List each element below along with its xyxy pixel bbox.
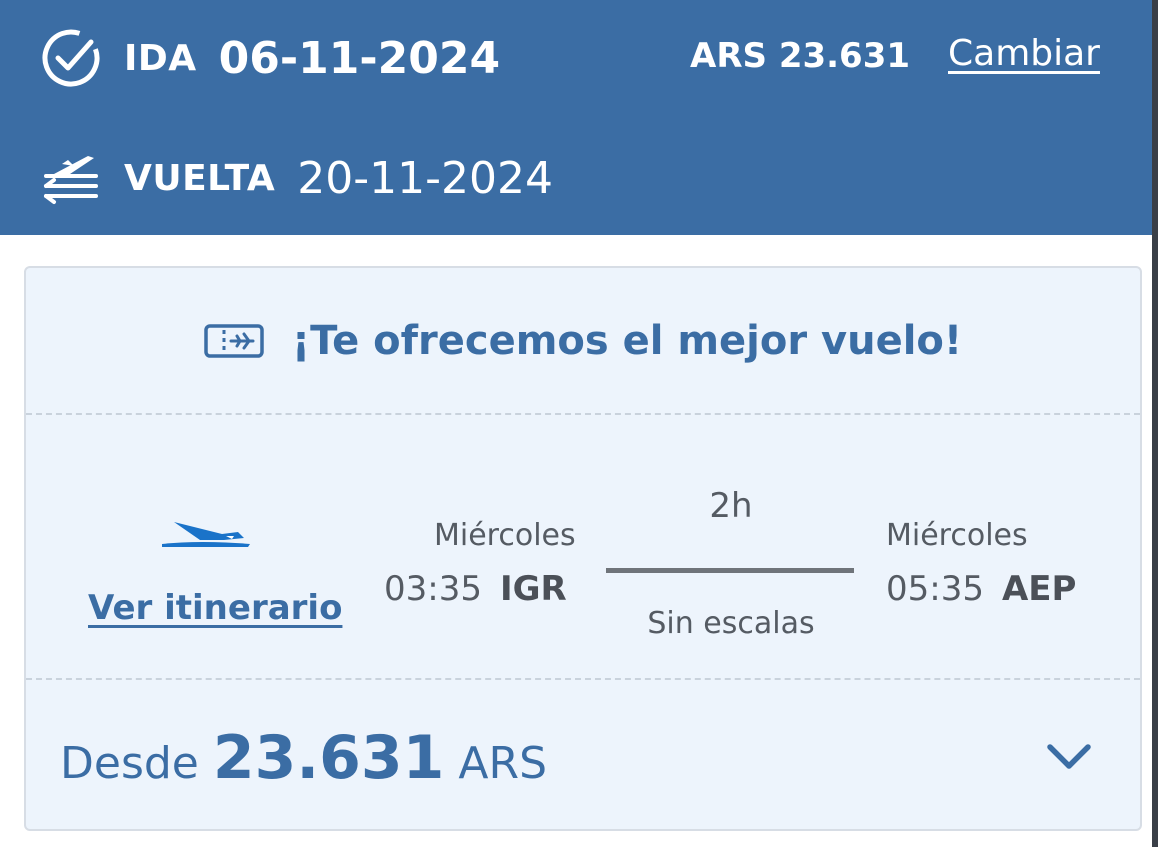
chevron-down-icon[interactable] <box>1046 742 1092 776</box>
view-itinerary-link[interactable]: Ver itinerario <box>88 588 342 628</box>
arrival-day: Miércoles <box>886 518 1028 553</box>
fare-price: Desde 23.631 ARS <box>60 723 547 793</box>
scrollbar[interactable] <box>1152 0 1170 847</box>
divider <box>26 678 1140 680</box>
stops-info: Sin escalas <box>647 606 815 641</box>
flight-card[interactable]: ¡Te ofrecemos el mejor vuelo! Ver itiner… <box>24 266 1142 831</box>
scrollbar-thumb[interactable] <box>1152 0 1158 847</box>
best-flight-banner: ¡Te ofrecemos el mejor vuelo! <box>26 268 1140 414</box>
fare-amount: 23.631 <box>212 723 445 793</box>
arrival-info: Miércoles 05:35 AEP <box>886 518 1076 609</box>
fare-prefix: Desde <box>60 738 199 789</box>
check-circle-icon <box>40 27 102 89</box>
departure-day: Miércoles <box>434 518 576 553</box>
ticket-icon <box>204 324 264 358</box>
departure-time: 03:35 <box>384 569 482 609</box>
trip-summary-header: IDA 06-11-2024 ARS 23.631 Cambiar VUELTA… <box>0 0 1152 235</box>
outbound-row: IDA 06-11-2024 <box>40 26 500 90</box>
departure-airport: IGR <box>499 569 567 609</box>
return-date: 20-11-2024 <box>297 152 554 204</box>
selected-price: ARS 23.631 <box>690 36 911 76</box>
plane-arrows-icon <box>40 147 102 209</box>
arrival-airport: AEP <box>1001 569 1077 609</box>
best-flight-text: ¡Te ofrecemos el mejor vuelo! <box>291 318 963 364</box>
outbound-label: IDA <box>124 37 197 79</box>
arrival-time: 05:35 <box>886 569 984 609</box>
airline-logo-icon <box>160 520 252 552</box>
change-link[interactable]: Cambiar <box>948 33 1100 74</box>
return-label: VUELTA <box>124 157 276 199</box>
return-row: VUELTA 20-11-2024 <box>40 146 553 210</box>
divider <box>26 413 1140 415</box>
route-line <box>606 568 854 573</box>
fare-currency: ARS <box>458 738 548 789</box>
departure-info: Miércoles 03:35 IGR <box>384 518 576 609</box>
outbound-date: 06-11-2024 <box>218 32 501 84</box>
flight-duration: 2h <box>709 486 753 526</box>
